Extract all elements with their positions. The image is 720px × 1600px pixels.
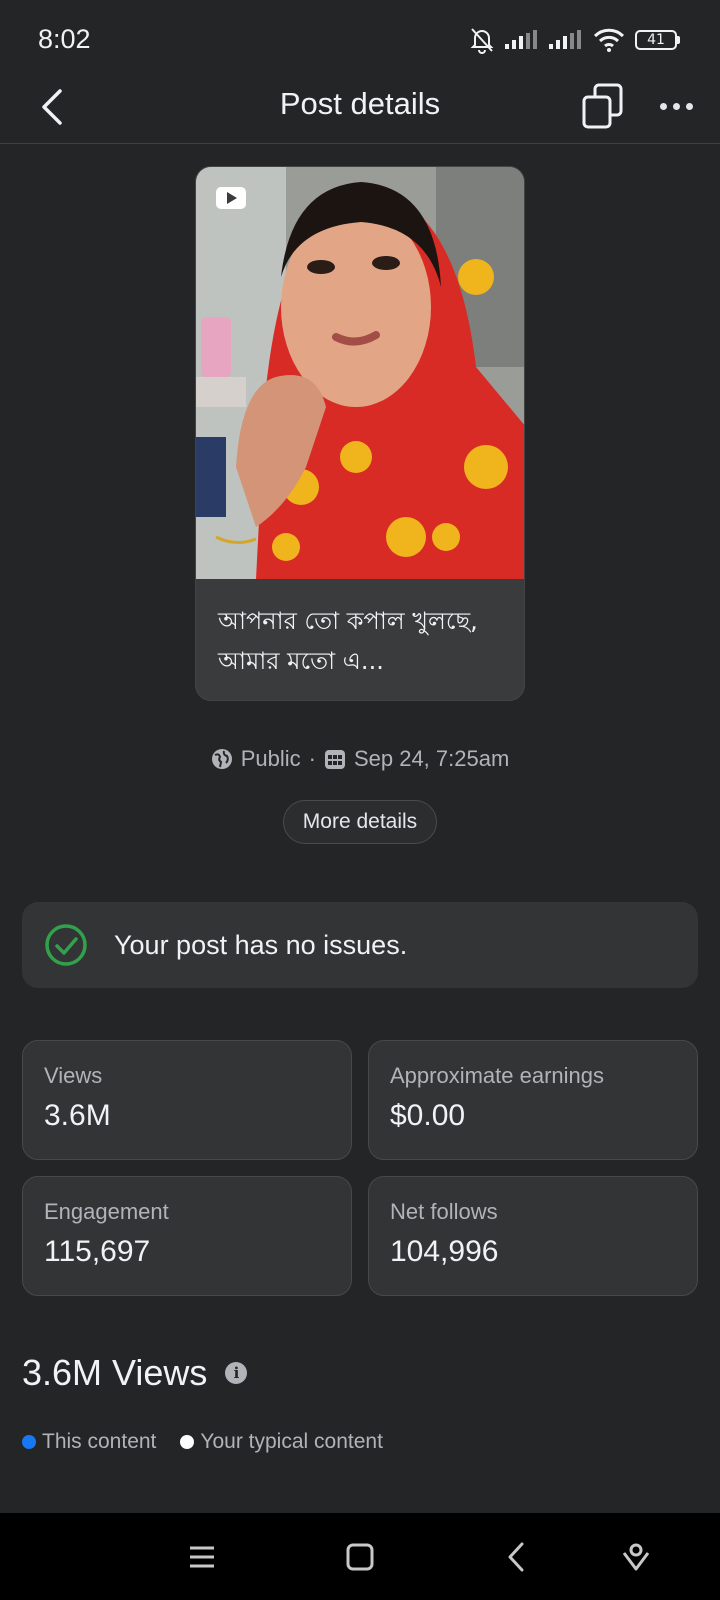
copy-button[interactable]: [578, 78, 628, 134]
back-triangle-icon: [508, 1542, 524, 1572]
stat-label: Approximate earnings: [390, 1063, 605, 1088]
legend-label: Your typical content: [200, 1430, 383, 1453]
more-details-button[interactable]: More details: [283, 800, 437, 844]
more-options-button[interactable]: [652, 84, 700, 128]
stat-card-net-follows[interactable]: Net follows 104,996: [368, 1176, 698, 1296]
stat-card-earnings[interactable]: Approximate earnings $0.00: [368, 1040, 698, 1160]
legend-dot-icon: [180, 1435, 195, 1449]
home-button[interactable]: [338, 1535, 382, 1579]
video-icon: [216, 187, 246, 209]
check-circle-icon: [45, 924, 87, 966]
post-date: Sep 24, 7:25am: [353, 746, 510, 771]
stat-card-views[interactable]: Views 3.6M: [22, 1040, 352, 1160]
status-icons: 41: [469, 26, 680, 54]
post-caption: আপনার তো কপাল খুলছে, আমার মতো এ...: [218, 607, 478, 675]
legend-item-this-content: This content: [22, 1430, 156, 1454]
post-status-card: Your post has no issues.: [22, 902, 698, 988]
calendar-icon: [324, 748, 346, 770]
status-time: 8:02: [38, 24, 91, 54]
menu-icon: [190, 1546, 214, 1568]
stat-value: 3.6M: [44, 1099, 111, 1132]
battery-icon: 41: [635, 30, 680, 50]
stat-label: Views: [44, 1063, 103, 1088]
wifi-icon: [593, 28, 625, 52]
stat-value: 115,697: [44, 1235, 151, 1268]
assistant-icon: [622, 1543, 650, 1571]
more-dot-icon: [659, 102, 667, 110]
post-status-message: Your post has no issues.: [114, 929, 408, 960]
copy-icon: [582, 83, 623, 129]
post-meta: Public · Sep 24, 7:25am: [0, 746, 720, 772]
views-legend: This content Your typical content: [22, 1430, 383, 1454]
assistant-button[interactable]: [614, 1535, 658, 1579]
legend-item-typical-content: Your typical content: [180, 1430, 383, 1454]
stat-label: Net follows: [390, 1199, 498, 1224]
stat-card-engagement[interactable]: Engagement 115,697: [22, 1176, 352, 1296]
views-title: 3.6M Views: [22, 1352, 208, 1393]
info-icon[interactable]: i: [225, 1362, 248, 1384]
home-square-icon: [346, 1543, 374, 1571]
more-dot-icon: [672, 102, 680, 110]
more-dot-icon: [685, 102, 693, 110]
battery-level: 41: [635, 30, 677, 50]
meta-separator: ·: [308, 746, 316, 771]
globe-icon: [211, 748, 233, 770]
signal-icon-2: [549, 29, 583, 51]
stat-label: Engagement: [44, 1199, 169, 1224]
bell-muted-icon: [469, 26, 495, 54]
system-nav-bar: [0, 1513, 720, 1600]
post-thumbnail-image: [196, 167, 524, 579]
post-visibility: Public: [240, 746, 301, 771]
post-thumbnail[interactable]: [196, 167, 524, 579]
stat-value: 104,996: [390, 1235, 499, 1268]
signal-icon: [505, 29, 539, 51]
header: Post details: [0, 72, 720, 144]
system-back-button[interactable]: [494, 1535, 538, 1579]
legend-dot-icon: [22, 1435, 36, 1449]
menu-button[interactable]: [180, 1535, 224, 1579]
post-details-screen: 8:02 41 Post details আপনার তো কপাল খুলছে…: [0, 0, 720, 1600]
stat-value: $0.00: [390, 1099, 466, 1132]
legend-label: This content: [42, 1430, 157, 1453]
views-heading: 3.6M Views i: [22, 1352, 248, 1394]
post-card[interactable]: আপনার তো কপাল খুলছে, আমার মতো এ...: [195, 166, 525, 701]
